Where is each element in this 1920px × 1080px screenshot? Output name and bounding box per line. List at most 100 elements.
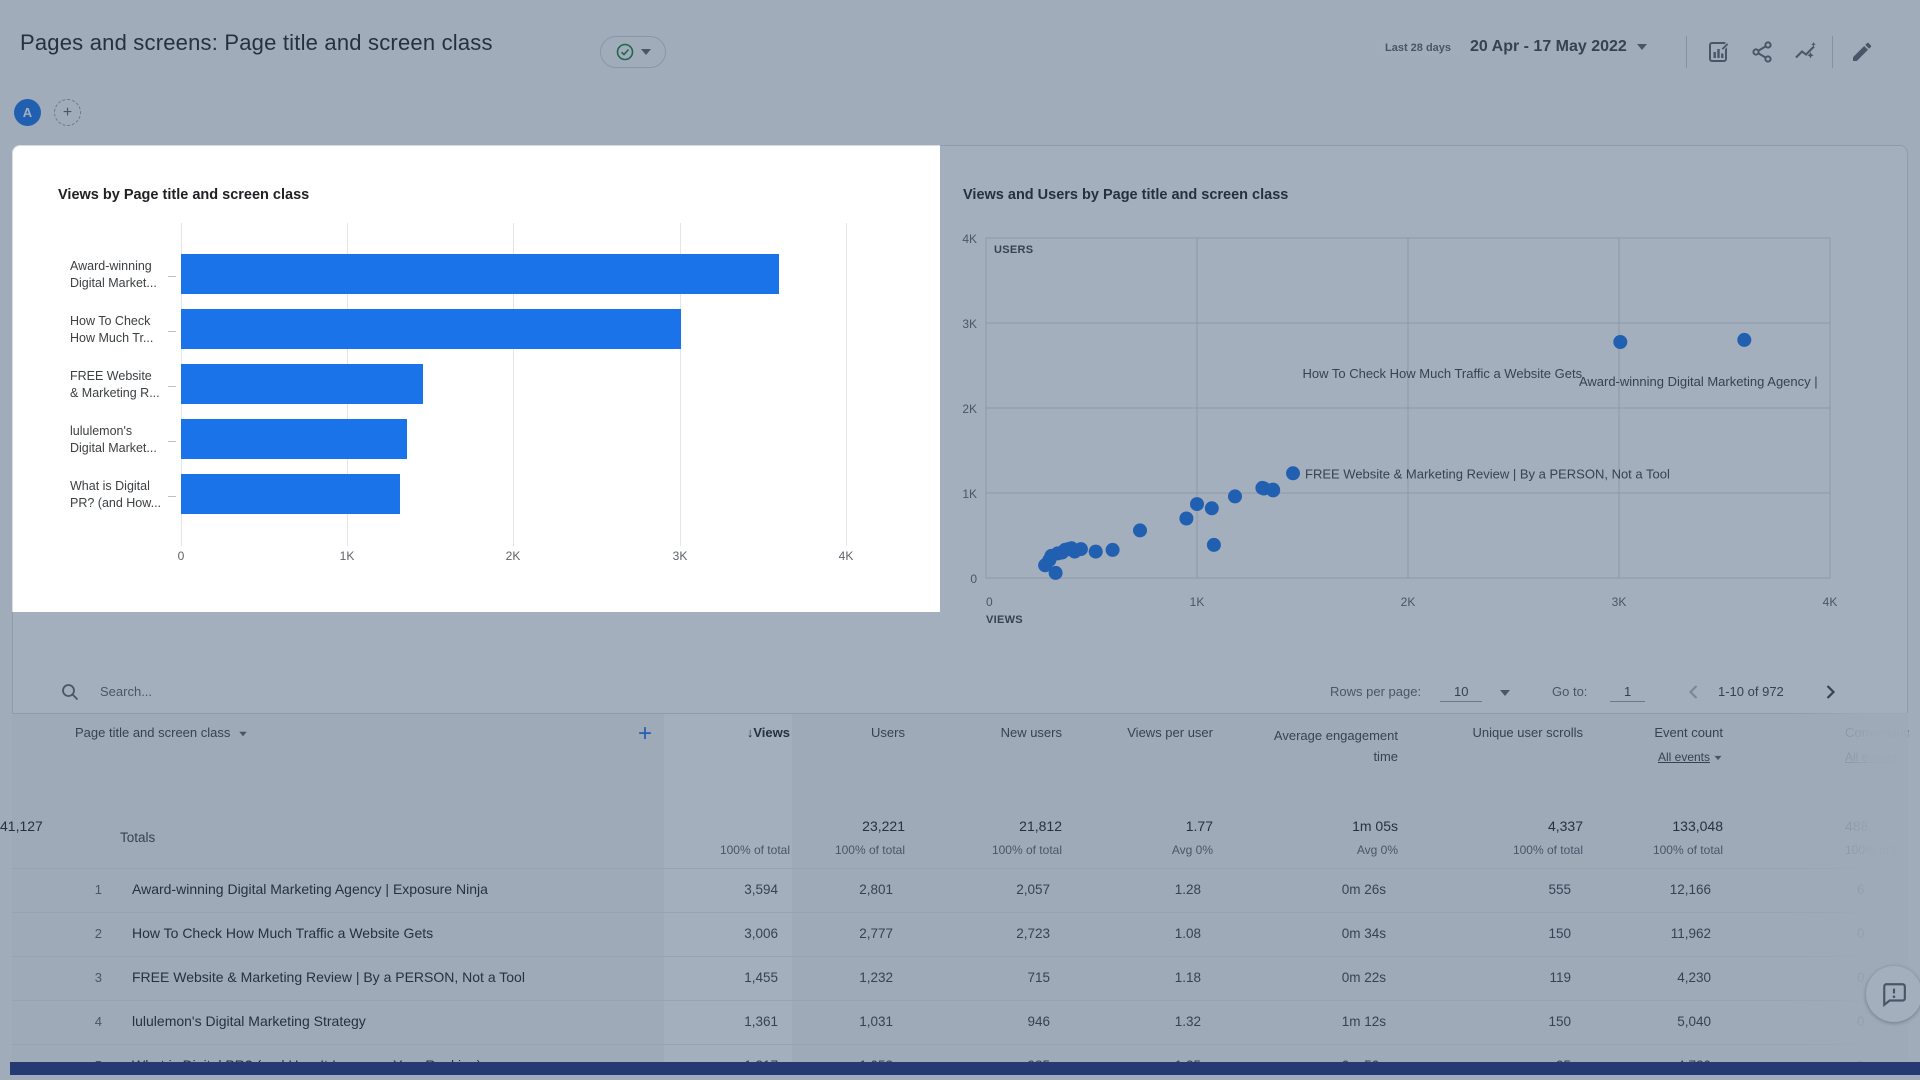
bar-row[interactable] bbox=[181, 254, 846, 294]
bar-row[interactable] bbox=[181, 309, 846, 349]
bar-x-tick-label: 4K bbox=[838, 549, 854, 563]
scatter-point-label: How To Check How Much Traffic a Website … bbox=[1302, 366, 1582, 381]
bar-gridline bbox=[846, 223, 847, 546]
column-header-views-per-user[interactable]: Views per user bbox=[1127, 725, 1213, 740]
column-header-views[interactable]: ↓Views bbox=[747, 725, 790, 740]
row-title: How To Check How Much Traffic a Website … bbox=[132, 925, 434, 941]
cell-new-users: 715 bbox=[1027, 970, 1050, 985]
cell-scrolls: 119 bbox=[1549, 970, 1571, 985]
table-row[interactable]: 2 How To Check How Much Traffic a Websit… bbox=[12, 912, 1908, 957]
bar-tick bbox=[168, 331, 176, 332]
ga4-pages-and-screens-report: Pages and screens: Page title and screen… bbox=[0, 0, 1920, 1080]
bar-x-tick-label: 2K bbox=[505, 549, 521, 563]
insights-icon[interactable] bbox=[1793, 40, 1817, 64]
previous-page-chevron-icon bbox=[1684, 682, 1704, 702]
scatter-point bbox=[1206, 537, 1221, 552]
next-page-chevron-icon[interactable] bbox=[1820, 682, 1840, 702]
row-title: Award-winning Digital Marketing Agency |… bbox=[132, 881, 488, 897]
column-header-scrolls[interactable]: Unique user scrolls bbox=[1472, 725, 1583, 740]
table-toolbar: Search... Rows per page: 10 Go to: 1 1-1… bbox=[12, 676, 1908, 713]
date-range-picker[interactable]: 20 Apr - 17 May 2022 bbox=[1470, 38, 1647, 56]
goto-page-input[interactable]: 1 bbox=[1610, 684, 1646, 702]
totals-users: 23,221 bbox=[862, 818, 905, 834]
table-row[interactable]: 1 Award-winning Digital Marketing Agency… bbox=[12, 868, 1908, 913]
scatter-point bbox=[1266, 482, 1280, 497]
scatter-plot: 4K 3K 2K 1K 0 0 1K 2K 3K 4K USERS VIEWS … bbox=[962, 232, 1838, 626]
cell-views-per-user: 1.08 bbox=[1174, 926, 1201, 941]
chevron-down-icon bbox=[1714, 755, 1722, 761]
scatter-x-tick: 1K bbox=[1190, 595, 1205, 609]
edit-pencil-icon[interactable] bbox=[1850, 40, 1874, 64]
verified-check-icon bbox=[616, 43, 634, 61]
cell-events: 5,040 bbox=[1677, 1014, 1711, 1029]
bar-row[interactable] bbox=[181, 474, 846, 514]
scatter-point bbox=[1088, 544, 1103, 559]
bar-x-tick-label: 1K bbox=[339, 549, 355, 563]
search-icon[interactable] bbox=[60, 682, 80, 707]
totals-views: 41,127 bbox=[0, 818, 43, 834]
cell-views: 1,361 bbox=[744, 1014, 778, 1029]
chevron-down-icon bbox=[640, 49, 651, 55]
feedback-bubble-icon bbox=[1881, 981, 1907, 1007]
scatter-gridlines bbox=[985, 237, 1831, 579]
cell-new-users: 946 bbox=[1027, 1014, 1050, 1029]
bar-chart-title: Views by Page title and screen class bbox=[58, 187, 310, 203]
column-header-event-count[interactable]: Event count bbox=[1654, 725, 1723, 740]
scatter-chart-title: Views and Users by Page title and screen… bbox=[963, 187, 1289, 203]
scatter-y-axis-name: USERS bbox=[994, 244, 1033, 256]
table-row[interactable]: 5 What is Digital PR? (and How It Improv… bbox=[12, 1044, 1908, 1073]
scatter-point bbox=[1105, 542, 1120, 557]
bar-category-label: FREE Website & Marketing R... bbox=[70, 369, 160, 400]
cell-scrolls: 150 bbox=[1548, 926, 1571, 941]
event-count-filter[interactable]: All events bbox=[1658, 750, 1723, 764]
totals-scrolls: 4,337 bbox=[1547, 818, 1583, 834]
goto-label: Go to: bbox=[1552, 684, 1588, 699]
chevron-down-icon[interactable] bbox=[1500, 690, 1510, 696]
bottom-bar bbox=[10, 1062, 1920, 1075]
row-title: lululemon's Digital Marketing Strategy bbox=[132, 1013, 366, 1029]
scatter-point-label: Award-winning Digital Marketing Agency | bbox=[1579, 374, 1818, 389]
bar bbox=[181, 419, 408, 459]
scatter-y-tick: 2K bbox=[962, 402, 977, 416]
cell-users: 2,777 bbox=[859, 926, 893, 941]
cell-avg-engagement: 1m 12s bbox=[1341, 1014, 1386, 1029]
scatter-point bbox=[1179, 511, 1194, 526]
column-header-avg-engagement[interactable]: Average engagement time bbox=[1248, 725, 1398, 767]
add-comparison-button[interactable]: + bbox=[54, 99, 81, 126]
bar-row[interactable] bbox=[181, 364, 846, 404]
bar bbox=[181, 309, 681, 349]
scatter-y-tick: 1K bbox=[962, 487, 977, 501]
cell-views: 1,455 bbox=[744, 970, 778, 985]
search-input[interactable]: Search... bbox=[100, 684, 152, 699]
scatter-point bbox=[1737, 332, 1752, 347]
column-header-new-users[interactable]: New users bbox=[1001, 725, 1062, 740]
cell-new-users: 2,057 bbox=[1016, 882, 1050, 897]
comparison-avatar[interactable]: A bbox=[14, 99, 41, 126]
bar bbox=[181, 474, 400, 514]
cell-views-per-user: 1.32 bbox=[1174, 1014, 1201, 1029]
dimension-header[interactable]: Page title and screen class bbox=[75, 725, 248, 740]
chevron-down-icon bbox=[1636, 44, 1647, 50]
bar-category-label: How To Check How Much Tr... bbox=[70, 314, 154, 345]
bar-row[interactable] bbox=[181, 419, 846, 459]
cell-views: 3,594 bbox=[744, 882, 778, 897]
table-row[interactable]: 4 lululemon's Digital Marketing Strategy… bbox=[12, 1000, 1908, 1045]
add-column-button[interactable]: + bbox=[638, 720, 652, 748]
feedback-button[interactable] bbox=[1866, 966, 1920, 1022]
scatter-point bbox=[1228, 489, 1242, 504]
edit-chart-icon[interactable] bbox=[1707, 40, 1731, 64]
rows-per-page-select[interactable]: 10 bbox=[1440, 684, 1483, 702]
cell-scrolls: 555 bbox=[1548, 882, 1571, 897]
page-title: Pages and screens: Page title and screen… bbox=[20, 30, 493, 55]
cell-new-users: 2,723 bbox=[1016, 926, 1050, 941]
date-range-text: 20 Apr - 17 May 2022 bbox=[1470, 38, 1627, 55]
share-icon[interactable] bbox=[1750, 40, 1774, 64]
scatter-point bbox=[1133, 523, 1147, 538]
report-status-badge[interactable] bbox=[600, 36, 666, 68]
column-header-users[interactable]: Users bbox=[871, 725, 905, 740]
row-index: 2 bbox=[94, 926, 102, 941]
table-row[interactable]: 3 FREE Website & Marketing Review | By a… bbox=[12, 956, 1908, 1001]
scatter-x-tick: 4K bbox=[1823, 595, 1838, 609]
bar-x-tick-label: 3K bbox=[672, 549, 688, 563]
scatter-x-axis-name: VIEWS bbox=[986, 614, 1023, 626]
